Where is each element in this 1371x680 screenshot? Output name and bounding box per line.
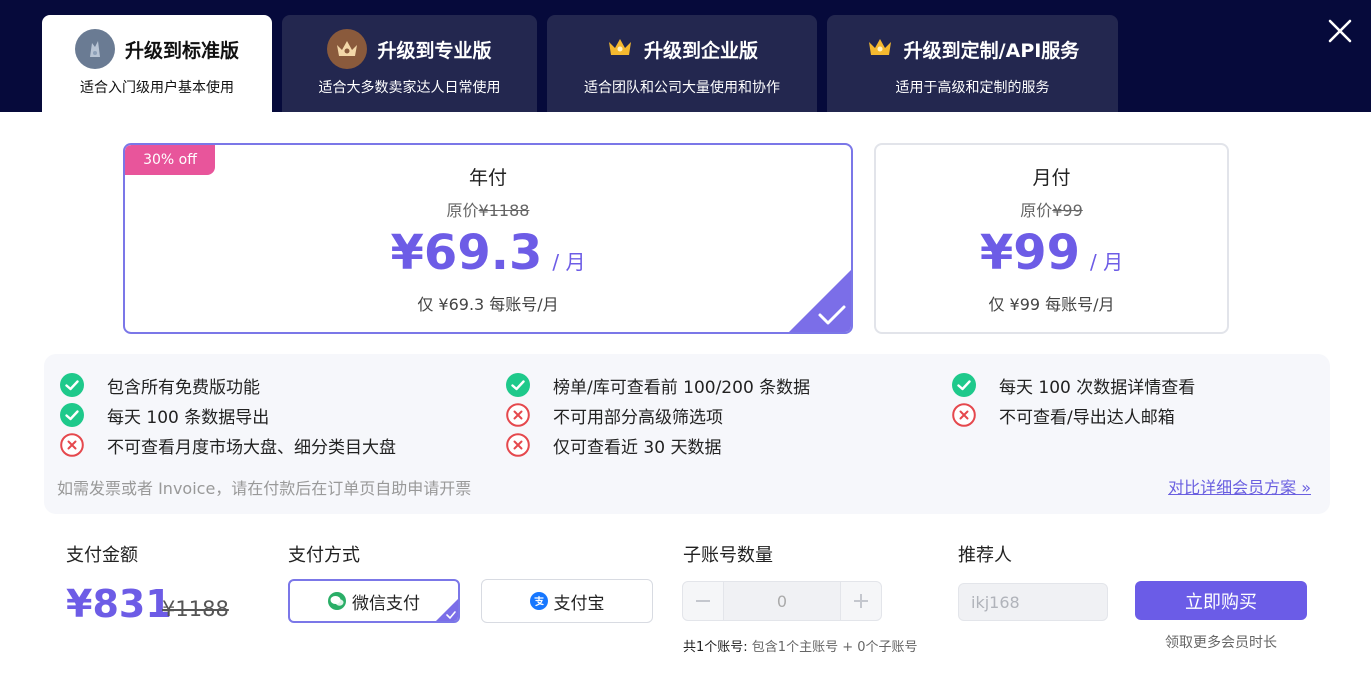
cross-circle-icon xyxy=(506,433,530,457)
account-detail: 包含1个主账号 + 0个子账号 xyxy=(751,640,918,655)
tab-pro-title: 升级到专业版 xyxy=(377,39,492,62)
selected-check-icon xyxy=(789,270,851,332)
wechat-icon xyxy=(328,592,346,610)
alipay-icon xyxy=(529,592,548,610)
feature-item: 不可查看/导出达人邮箱 xyxy=(952,402,1175,428)
wechat-pay-option[interactable]: 微信支付 xyxy=(288,579,460,623)
pro-crown-badge-icon xyxy=(327,29,368,69)
wechat-pay-label: 微信支付 xyxy=(352,593,420,614)
original-price-prefix: 原价 xyxy=(1020,201,1053,220)
tab-standard-head: 升级到标准版 xyxy=(42,29,272,69)
plan-label: 年付 xyxy=(468,167,507,189)
feature-item: 每天 100 条数据导出 xyxy=(60,402,269,428)
feature-text: 不可查看/导出达人邮箱 xyxy=(999,407,1175,428)
plan-label: 月付 xyxy=(1032,167,1071,189)
check-circle-icon xyxy=(60,373,84,397)
plan-original-price: 原价¥99 xyxy=(876,197,1227,221)
increment-button[interactable] xyxy=(841,582,881,620)
pay-original-amount: ¥1188 xyxy=(162,597,229,621)
tab-pro[interactable]: 升级到专业版 适合大多数卖家达人日常使用 xyxy=(282,15,537,112)
original-price-value: ¥99 xyxy=(1052,201,1083,220)
feature-item: 仅可查看近 30 天数据 xyxy=(506,432,721,458)
original-price-value: ¥1188 xyxy=(478,201,530,220)
check-circle-icon xyxy=(506,373,530,397)
feature-text: 榜单/库可查看前 100/200 条数据 xyxy=(553,377,811,398)
tab-enterprise-title: 升级到企业版 xyxy=(643,39,758,62)
account-total: 共1个账号: xyxy=(683,640,748,655)
minus-icon xyxy=(696,600,710,602)
feature-item: 不可查看月度市场大盘、细分类目大盘 xyxy=(60,432,396,458)
tab-custom-api[interactable]: 升级到定制/API服务 适用于高级和定制的服务 xyxy=(827,15,1118,112)
feature-text: 每天 100 次数据详情查看 xyxy=(999,377,1196,398)
plan-tab-bar: 升级到标准版 适合入门级用户基本使用 升级到专业版 适合大多数卖家达人日常使用 … xyxy=(0,0,1371,112)
plan-price: ¥69.3 xyxy=(390,225,543,281)
buy-now-button[interactable]: 立即购买 xyxy=(1135,581,1307,620)
more-membership-note: 领取更多会员时长 xyxy=(1165,635,1277,651)
plan-per-account: 仅 ¥69.3 每账号/月 xyxy=(417,295,559,314)
pay-method-label: 支付方式 xyxy=(288,545,360,566)
feature-list: 包含所有免费版功能 榜单/库可查看前 100/200 条数据 每天 100 次数… xyxy=(44,354,1330,514)
tab-standard-desc: 适合入门级用户基本使用 xyxy=(80,80,234,96)
invoice-note: 如需发票或者 Invoice，请在付款后在订单页自助申请开票 xyxy=(57,479,472,498)
pay-amount-label: 支付金额 xyxy=(66,545,138,566)
sub-account-stepper: 0 xyxy=(682,581,882,621)
feature-text: 每天 100 条数据导出 xyxy=(107,407,270,428)
sub-account-input[interactable]: 0 xyxy=(723,582,841,620)
alipay-label: 支付宝 xyxy=(553,593,605,614)
tab-enterprise-head: 升级到企业版 xyxy=(547,29,817,69)
feature-item: 每天 100 次数据详情查看 xyxy=(952,372,1195,398)
tab-custom-api-head: 升级到定制/API服务 xyxy=(827,29,1118,69)
feature-text: 包含所有免费版功能 xyxy=(107,377,260,398)
pay-amount: ¥831 xyxy=(66,582,172,626)
check-circle-icon xyxy=(60,403,84,427)
original-price-prefix: 原价 xyxy=(446,201,479,220)
account-count-note: 共1个账号: 包含1个主账号 + 0个子账号 xyxy=(683,636,918,655)
sub-account-label: 子账号数量 xyxy=(683,545,773,566)
tab-enterprise-desc: 适合团队和公司大量使用和协作 xyxy=(584,80,780,96)
tab-custom-api-title: 升级到定制/API服务 xyxy=(903,39,1080,62)
alipay-option[interactable]: 支付宝 xyxy=(481,579,653,623)
crown-icon xyxy=(606,35,634,63)
standard-badge-icon xyxy=(74,29,115,69)
tab-enterprise[interactable]: 升级到企业版 适合团队和公司大量使用和协作 xyxy=(547,15,817,112)
plan-price-row: ¥99 / 月 xyxy=(876,225,1227,281)
plus-icon xyxy=(854,594,868,608)
plan-price-unit: / 月 xyxy=(1090,250,1124,274)
feature-item: 包含所有免费版功能 xyxy=(60,372,260,398)
tab-custom-api-desc: 适用于高级和定制的服务 xyxy=(895,80,1050,96)
tab-pro-desc: 适合大多数卖家达人日常使用 xyxy=(318,80,501,96)
plan-original-price: 原价¥1188 xyxy=(125,197,851,221)
cross-circle-icon xyxy=(506,403,530,427)
plan-price-unit: / 月 xyxy=(552,250,586,274)
plan-card-monthly[interactable]: 月付 原价¥99 ¥99 / 月 仅 ¥99 每账号/月 xyxy=(874,143,1229,334)
check-circle-icon xyxy=(952,373,976,397)
referrer-label: 推荐人 xyxy=(958,545,1012,566)
tab-standard[interactable]: 升级到标准版 适合入门级用户基本使用 xyxy=(42,15,272,112)
feature-text: 不可查看月度市场大盘、细分类目大盘 xyxy=(107,437,396,458)
plan-price: ¥99 xyxy=(979,225,1081,281)
feature-text: 仅可查看近 30 天数据 xyxy=(553,437,722,458)
feature-text: 不可用部分高级筛选项 xyxy=(553,407,723,428)
compare-plans-link[interactable]: 对比详细会员方案 » xyxy=(1168,474,1311,498)
close-icon xyxy=(1328,19,1352,43)
tab-standard-title: 升级到标准版 xyxy=(124,39,239,62)
close-button[interactable] xyxy=(1325,16,1355,46)
selected-check-icon xyxy=(436,599,458,621)
referrer-input[interactable]: ikj168 xyxy=(958,583,1108,621)
cross-circle-icon xyxy=(60,433,84,457)
tab-pro-head: 升级到专业版 xyxy=(282,29,537,69)
feature-item: 榜单/库可查看前 100/200 条数据 xyxy=(506,372,810,398)
cross-circle-icon xyxy=(952,403,976,427)
feature-item: 不可用部分高级筛选项 xyxy=(506,402,723,428)
crown-icon xyxy=(866,35,894,63)
plan-per-account: 仅 ¥99 每账号/月 xyxy=(988,295,1115,314)
plan-price-row: ¥69.3 / 月 xyxy=(125,225,851,281)
decrement-button[interactable] xyxy=(683,582,723,620)
plan-card-annual[interactable]: 30% off 年付 原价¥1188 ¥69.3 / 月 仅 ¥69.3 每账号… xyxy=(123,143,853,334)
